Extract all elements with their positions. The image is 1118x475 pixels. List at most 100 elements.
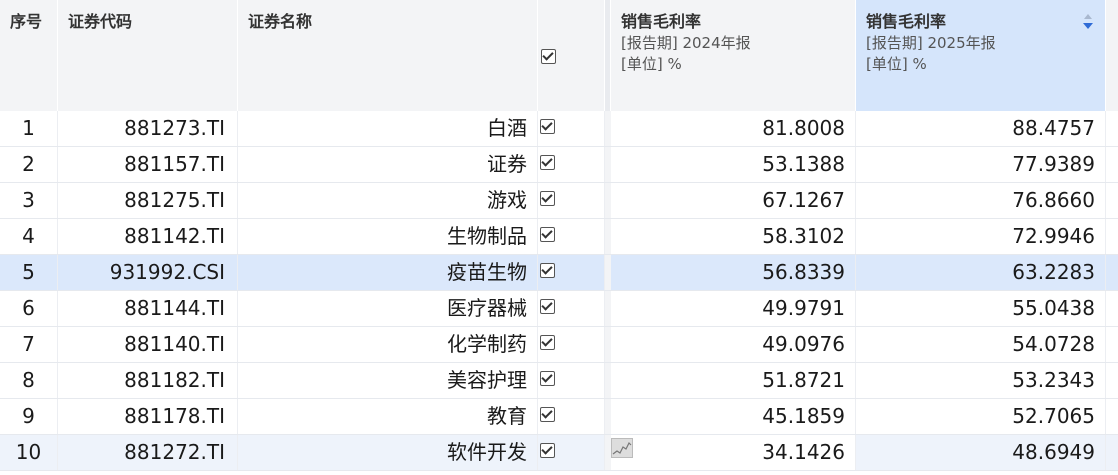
table-row[interactable]: 9 881178.TI 教育 45.1859 52.7065 xyxy=(0,399,1118,435)
row-tail-cell xyxy=(1106,399,1118,434)
row-tail-cell xyxy=(1106,327,1118,362)
row-select-cell[interactable] xyxy=(538,183,605,218)
row-index-cell: 2 xyxy=(0,147,58,182)
row-tail-cell xyxy=(1106,363,1118,398)
column-header-name[interactable]: 证券名称 xyxy=(238,0,538,111)
checkbox-checked-icon[interactable] xyxy=(540,335,555,350)
gpm-2024-cell: 51.8721 xyxy=(611,363,856,398)
gpm-2024-cell: 34.1426 xyxy=(611,435,856,470)
security-name-cell[interactable]: 化学制药 xyxy=(238,327,538,362)
row-index-cell: 3 xyxy=(0,183,58,218)
table-row[interactable]: 8 881182.TI 美容护理 51.8721 53.2343 xyxy=(0,363,1118,399)
column-header-title: 销售毛利率 xyxy=(866,12,947,31)
table-row[interactable]: 4 881142.TI 生物制品 58.3102 72.9946 xyxy=(0,219,1118,255)
checkbox-checked-icon[interactable] xyxy=(540,371,555,386)
row-select-cell[interactable] xyxy=(538,255,605,290)
security-code-cell[interactable]: 881275.TI xyxy=(58,183,238,218)
gpm-2024-cell: 53.1388 xyxy=(611,147,856,182)
row-index-cell: 7 xyxy=(0,327,58,362)
column-header-code[interactable]: 证券代码 xyxy=(58,0,238,111)
checkbox-checked-icon[interactable] xyxy=(540,443,555,458)
checkbox-checked-icon[interactable] xyxy=(540,299,555,314)
sparkline-container xyxy=(611,435,641,470)
row-tail-cell xyxy=(1106,111,1118,146)
column-header-select[interactable] xyxy=(538,0,605,111)
data-grid: 序号 证券代码 证券名称 销售毛利率 [报告期] 2024年报 [单位] % 销… xyxy=(0,0,1118,475)
row-select-cell[interactable] xyxy=(538,291,605,326)
security-name-cell[interactable]: 生物制品 xyxy=(238,219,538,254)
table-row[interactable]: 2 881157.TI 证券 53.1388 77.9389 xyxy=(0,147,1118,183)
gpm-2024-cell: 56.8339 xyxy=(611,255,856,290)
row-select-cell[interactable] xyxy=(538,147,605,182)
column-header-gpm-2025[interactable]: 销售毛利率 [报告期] 2025年报 [单位] % xyxy=(856,0,1106,111)
security-code-cell[interactable]: 881140.TI xyxy=(58,327,238,362)
row-index-cell: 4 xyxy=(0,219,58,254)
security-name-cell[interactable]: 游戏 xyxy=(238,183,538,218)
row-index-cell: 9 xyxy=(0,399,58,434)
checkbox-checked-icon[interactable] xyxy=(540,119,555,134)
column-header-period: [报告期] 2024年报 xyxy=(621,34,751,52)
column-header-unit: [单位] % xyxy=(866,55,927,73)
table-row[interactable]: 7 881140.TI 化学制药 49.0976 54.0728 xyxy=(0,327,1118,363)
column-header-label: 证券名称 xyxy=(248,12,313,31)
table-row[interactable]: 6 881144.TI 医疗器械 49.9791 55.0438 xyxy=(0,291,1118,327)
table-row[interactable]: 1 881273.TI 白酒 81.8008 88.4757 xyxy=(0,111,1118,147)
row-tail-cell xyxy=(1106,147,1118,182)
row-index-cell: 8 xyxy=(0,363,58,398)
security-name-cell[interactable]: 证券 xyxy=(238,147,538,182)
table-row[interactable]: 10 881272.TI 软件开发 34.1426 48.6949 xyxy=(0,435,1118,471)
security-code-cell[interactable]: 881157.TI xyxy=(58,147,238,182)
row-tail-cell xyxy=(1106,219,1118,254)
row-tail-cell xyxy=(1106,183,1118,218)
row-tail-cell xyxy=(1106,435,1118,470)
gpm-2025-cell: 88.4757 xyxy=(856,111,1106,146)
row-select-cell[interactable] xyxy=(538,435,605,470)
security-code-cell[interactable]: 881273.TI xyxy=(58,111,238,146)
checkbox-checked-icon[interactable] xyxy=(540,263,555,278)
gpm-2025-cell: 55.0438 xyxy=(856,291,1106,326)
security-code-cell[interactable]: 931992.CSI xyxy=(58,255,238,290)
security-code-cell[interactable]: 881144.TI xyxy=(58,291,238,326)
column-header-title: 销售毛利率 xyxy=(621,12,702,31)
checkbox-checked-icon[interactable] xyxy=(541,49,556,64)
security-code-cell[interactable]: 881272.TI xyxy=(58,435,238,470)
sparkline-chart-icon[interactable] xyxy=(611,438,633,458)
security-code-cell[interactable]: 881142.TI xyxy=(58,219,238,254)
security-name-cell[interactable]: 医疗器械 xyxy=(238,291,538,326)
gpm-2025-cell: 48.6949 xyxy=(856,435,1106,470)
gpm-2024-cell: 58.3102 xyxy=(611,219,856,254)
column-header-period: [报告期] 2025年报 xyxy=(866,34,996,52)
column-header-tail xyxy=(1106,0,1118,111)
row-select-cell[interactable] xyxy=(538,327,605,362)
checkbox-checked-icon[interactable] xyxy=(540,407,555,422)
table-row[interactable]: 5 931992.CSI 疫苗生物 56.8339 63.2283 xyxy=(0,255,1118,291)
table-row[interactable]: 3 881275.TI 游戏 67.1267 76.8660 xyxy=(0,183,1118,219)
security-code-cell[interactable]: 881182.TI xyxy=(58,363,238,398)
row-index-cell: 10 xyxy=(0,435,58,470)
security-name-cell[interactable]: 白酒 xyxy=(238,111,538,146)
gpm-2025-cell: 53.2343 xyxy=(856,363,1106,398)
checkbox-checked-icon[interactable] xyxy=(540,155,555,170)
row-select-cell[interactable] xyxy=(538,399,605,434)
security-name-cell[interactable]: 疫苗生物 xyxy=(238,255,538,290)
security-name-cell[interactable]: 教育 xyxy=(238,399,538,434)
row-select-cell[interactable] xyxy=(538,363,605,398)
column-header-label: 序号 xyxy=(10,12,43,31)
security-code-cell[interactable]: 881178.TI xyxy=(58,399,238,434)
row-index-cell: 6 xyxy=(0,291,58,326)
column-header-gpm-2024[interactable]: 销售毛利率 [报告期] 2024年报 [单位] % xyxy=(611,0,856,111)
row-select-cell[interactable] xyxy=(538,111,605,146)
gpm-2024-cell: 67.1267 xyxy=(611,183,856,218)
sort-descending-icon[interactable] xyxy=(1083,14,1093,34)
gpm-2024-cell: 81.8008 xyxy=(611,111,856,146)
gpm-2025-cell: 77.9389 xyxy=(856,147,1106,182)
column-header-index[interactable]: 序号 xyxy=(0,0,58,111)
row-index-cell: 5 xyxy=(0,255,58,290)
column-header-unit: [单位] % xyxy=(621,55,682,73)
checkbox-checked-icon[interactable] xyxy=(540,191,555,206)
security-name-cell[interactable]: 软件开发 xyxy=(238,435,538,470)
row-select-cell[interactable] xyxy=(538,219,605,254)
security-name-cell[interactable]: 美容护理 xyxy=(238,363,538,398)
checkbox-checked-icon[interactable] xyxy=(540,227,555,242)
row-index-cell: 1 xyxy=(0,111,58,146)
